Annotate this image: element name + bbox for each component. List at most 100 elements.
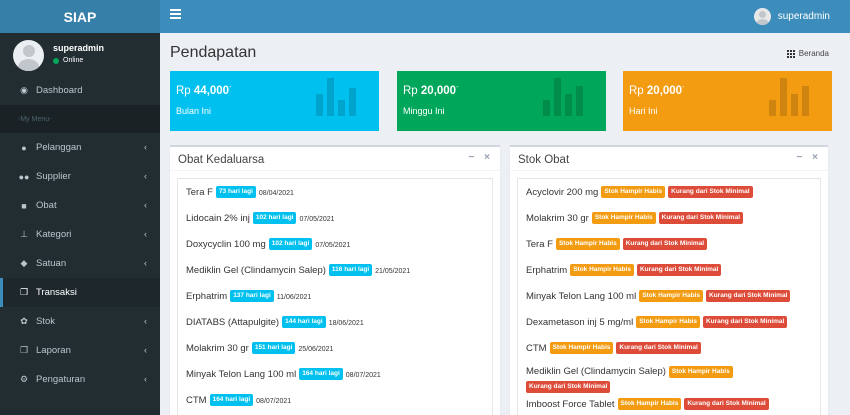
days-left-badge: 151 hari lagi: [251, 342, 296, 354]
logo-text: SIAP: [63, 8, 97, 25]
stock-low-badge: Stok Hampir Habis: [639, 290, 703, 302]
expiry-date: 08/07/2021: [256, 398, 292, 405]
expiry-date: 18/06/2021: [328, 320, 364, 327]
list-item: Doxycyclin 100 mg 102 hari lagi 07/05/2021: [178, 231, 492, 257]
days-left-badge: 102 hari lagi: [252, 212, 297, 224]
close-icon[interactable]: ×: [484, 152, 490, 163]
stock-list: Acyclovir 200 mg Stok Hampir Habis Kurang …: [517, 178, 821, 415]
top-navbar: superadmin: [160, 0, 850, 33]
sidebar-item-label: Obat: [36, 200, 57, 211]
list-item: Minyak Telon Lang 100 ml Stok Hampir Habi…: [518, 283, 820, 309]
minimize-icon[interactable]: −: [796, 152, 802, 163]
stat-currency: Rp: [176, 84, 191, 97]
drug-name: Acyclovir 200 mg: [526, 186, 599, 198]
bar-chart-icon: [316, 78, 358, 116]
list-item: CTM Stok Hampir Habis Kurang dari Stok Min…: [518, 335, 820, 361]
sidebar-item-dashboard[interactable]: ◉ Dashboard: [0, 76, 160, 105]
chevron-left-icon: ‹: [144, 316, 147, 326]
bar-chart-icon: [543, 78, 585, 116]
expiry-date: 25/06/2021: [298, 346, 334, 353]
stat-box: Rp 20,000- Minggu Ini: [397, 71, 606, 131]
list-item: Dexametason inj 5 mg/ml Stok Hampir Habis…: [518, 309, 820, 335]
sidebar-item-label: Pengaturan: [36, 374, 86, 385]
sidebar-item-stok[interactable]: ✿ Stok ‹: [0, 307, 160, 336]
days-left-badge: 137 hari lagi: [230, 290, 274, 302]
stat-currency: Rp: [403, 84, 418, 97]
drug-name: Tera F: [526, 238, 553, 250]
list-item: Tera F Stok Hampir Habis Kurang dari Stok …: [518, 231, 820, 257]
status-label: Online: [63, 57, 84, 64]
sidebar-item-obat[interactable]: ■ Obat ‹: [0, 191, 160, 220]
drug-name: Erphatrim: [526, 264, 568, 276]
app-logo[interactable]: SIAP: [0, 0, 160, 33]
stock-low-badge: Stok Hampir Habis: [591, 212, 656, 224]
days-left-badge: 144 hari lagi: [282, 316, 326, 328]
minimize-icon[interactable]: −: [468, 152, 474, 163]
copy-icon: ❐: [19, 345, 29, 355]
sidebar-item-label: Dashboard: [36, 85, 83, 96]
below-minimum-badge: Kurang dari Stok Minimal: [658, 212, 743, 224]
page-title: Pendapatan: [170, 44, 257, 61]
list-item: Erphatrim Stok Hampir Habis Kurang dari St…: [518, 257, 820, 283]
sidebar-item-label: Kategori: [36, 229, 72, 240]
sidebar-item-label: Stok: [36, 316, 56, 327]
stock-low-badge: Stok Hampir Habis: [555, 238, 620, 250]
drug-name: Molakrim 30 gr: [186, 342, 249, 354]
list-item: Minyak Telon Lang 100 ml 164 hari lagi 08/…: [178, 361, 492, 387]
user-menu[interactable]: superadmin: [753, 0, 830, 33]
expiry-date: 07/05/2021: [315, 242, 351, 249]
sidebar-item-kategori[interactable]: ⊥ Kategori ‹: [0, 220, 160, 249]
close-icon[interactable]: ×: [812, 152, 818, 163]
breadcrumb[interactable]: Beranda: [786, 49, 829, 58]
sidebar-item-pengaturan[interactable]: ⚙ Pengaturan ‹: [0, 365, 160, 394]
menu-toggle-icon[interactable]: [170, 9, 181, 23]
stat-label: Minggu Ini: [403, 106, 445, 116]
pushpin-icon: ⊥: [20, 229, 28, 239]
expiry-date: 08/07/2021: [345, 372, 381, 379]
drug-name: DIATABS (Attapulgite): [186, 316, 280, 328]
sidebar-item-pelanggan[interactable]: ● Pelanggan ‹: [0, 133, 160, 162]
below-minimum-badge: Kurang dari Stok Minimal: [616, 342, 701, 354]
online-dot-icon: [53, 57, 59, 64]
stat-box: Rp 44,000- Bulan Ini: [170, 71, 379, 131]
user-panel: superadmin Online: [0, 33, 160, 76]
breadcrumb-home: Beranda: [798, 49, 829, 58]
sidebar-item-transaksi[interactable]: ❐ Transaksi: [0, 278, 160, 307]
days-left-badge: 164 hari lagi: [209, 394, 254, 406]
drug-name: CTM: [526, 342, 547, 354]
dashboard-icon: ◉: [20, 85, 28, 95]
stat-amount: Rp 44,000-: [176, 84, 231, 97]
sidebar-menu: ◉ Dashboard -My Menu- ● Pelanggan ‹ ●● Supplier…: [0, 76, 160, 394]
drug-name: Lidocain 2% inj: [186, 212, 250, 224]
expiry-date: 08/04/2021: [258, 190, 294, 197]
list-item: Molakrim 30 gr 151 hari lagi 25/06/2021: [178, 335, 492, 361]
list-item: Acyclovir 200 mg Stok Hampir Habis Kurang …: [518, 179, 820, 205]
list-item: Erphatrim 137 hari lagi 11/06/2021: [178, 283, 492, 309]
sidebar-item-supplier[interactable]: ●● Supplier ‹: [0, 162, 160, 191]
briefcase-icon: ■: [21, 200, 27, 211]
below-minimum-badge: Kurang dari Stok Minimal: [702, 316, 788, 328]
list-item: Mediklin Gel (Clindamycin Salep) 116 hari…: [178, 257, 492, 283]
stat-label: Bulan Ini: [176, 106, 212, 116]
below-minimum-badge: Kurang dari Stok Minimal: [526, 381, 611, 393]
stat-value: 20,000: [420, 84, 457, 97]
days-left-badge: 164 hari lagi: [299, 368, 343, 380]
expiry-date: 21/05/2021: [375, 268, 411, 275]
days-left-badge: 116 hari lagi: [328, 264, 373, 276]
sidebar: superadmin Online ◉ Dashboard -My Menu- ● Pe…: [0, 33, 160, 415]
drug-name: Minyak Telon Lang 100 ml: [186, 368, 297, 380]
chevron-left-icon: ‹: [144, 200, 147, 210]
stock-box: Stok Obat − × Acyclovir 200 mg Stok Hampi…: [510, 145, 828, 415]
stat-value: 44,000: [193, 84, 230, 97]
stock-low-badge: Stok Hampir Habis: [668, 366, 733, 378]
list-item: Molakrim 30 gr Stok Hampir Habis Kurang da…: [518, 205, 820, 231]
cog-icon: ⚙: [19, 374, 29, 384]
drug-name: Tera F: [186, 186, 213, 198]
stat-suffix: -: [229, 84, 232, 91]
avatar-icon: [753, 8, 771, 25]
sidebar-item-laporan[interactable]: ❐ Laporan ‹: [0, 336, 160, 365]
below-minimum-badge: Kurang dari Stok Minimal: [706, 290, 791, 302]
user-icon: ●: [21, 142, 27, 153]
below-minimum-badge: Kurang dari Stok Minimal: [668, 186, 753, 198]
sidebar-item-satuan[interactable]: ◆ Satuan ‹: [0, 249, 160, 278]
